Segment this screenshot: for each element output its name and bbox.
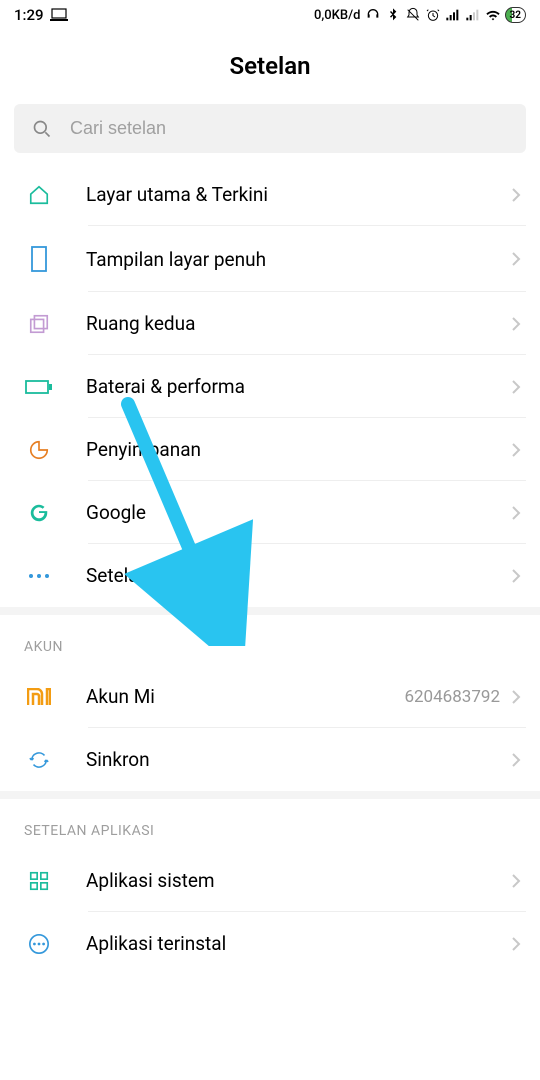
headphones-icon: [365, 7, 381, 23]
item-label: Setelan tambahan: [86, 564, 510, 587]
signal-icon-2: [465, 7, 481, 23]
item-battery[interactable]: Baterai & performa: [0, 355, 540, 418]
item-system-apps[interactable]: Aplikasi sistem: [0, 849, 540, 912]
item-label: Sinkron: [86, 748, 510, 771]
page-title: Setelan: [0, 52, 540, 80]
chevron-right-icon: [510, 688, 522, 706]
chevron-right-icon: [510, 378, 522, 396]
chevron-right-icon: [510, 872, 522, 890]
signal-icon: [445, 7, 461, 23]
item-storage[interactable]: Penyimpanan: [0, 418, 540, 481]
item-second-space[interactable]: Ruang kedua: [0, 292, 540, 355]
item-label: Tampilan layar penuh: [86, 248, 510, 271]
silent-icon: [405, 7, 421, 23]
item-value: 6204683792: [404, 687, 500, 707]
status-time: 1:29: [14, 6, 44, 24]
battery-icon: [25, 378, 53, 396]
more-circle-icon: [28, 933, 50, 955]
settings-list-akun: Akun Mi 6204683792 Sinkron: [0, 665, 540, 791]
home-icon: [28, 184, 50, 206]
item-label: Baterai & performa: [86, 375, 510, 398]
status-bar: 1:29 0,0KB/d 32: [0, 0, 540, 28]
item-label: Aplikasi sistem: [86, 869, 510, 892]
section-header-akun: AKUN: [0, 607, 540, 665]
search-input[interactable]: [70, 118, 508, 139]
item-label: Ruang kedua: [86, 312, 510, 335]
search-icon: [32, 119, 52, 139]
dots-icon: [28, 573, 50, 579]
chevron-right-icon: [510, 250, 522, 268]
item-label: Aplikasi terinstal: [86, 932, 510, 955]
chevron-right-icon: [510, 567, 522, 585]
item-label: Penyimpanan: [86, 438, 510, 461]
wifi-icon: [485, 7, 501, 23]
item-mi-account[interactable]: Akun Mi 6204683792: [0, 665, 540, 728]
chevron-right-icon: [510, 935, 522, 953]
google-icon: [28, 502, 50, 524]
battery-indicator: 32: [505, 7, 526, 23]
dual-icon: [28, 313, 50, 335]
section-header-app: SETELAN APLIKASI: [0, 791, 540, 849]
item-sync[interactable]: Sinkron: [0, 728, 540, 791]
item-installed-apps[interactable]: Aplikasi terinstal: [0, 912, 540, 975]
item-label: Akun Mi: [86, 685, 404, 708]
item-google[interactable]: Google: [0, 481, 540, 544]
chevron-right-icon: [510, 186, 522, 204]
chevron-right-icon: [510, 504, 522, 522]
grid-icon: [28, 870, 50, 892]
settings-list-app: Aplikasi sistem Aplikasi terinstal: [0, 849, 540, 975]
item-fullscreen[interactable]: Tampilan layar penuh: [0, 226, 540, 292]
rect-icon: [31, 246, 47, 272]
chevron-right-icon: [510, 441, 522, 459]
storage-icon: [28, 439, 50, 461]
sync-icon: [28, 749, 50, 771]
item-additional[interactable]: Setelan tambahan: [0, 544, 540, 607]
bluetooth-icon: [385, 7, 401, 23]
search-bar[interactable]: [14, 104, 526, 153]
item-label: Google: [86, 501, 510, 524]
data-rate: 0,0KB/d: [314, 8, 361, 23]
item-label: Layar utama & Terkini: [86, 183, 510, 206]
chevron-right-icon: [510, 751, 522, 769]
item-home-screen[interactable]: Layar utama & Terkini: [0, 163, 540, 226]
settings-list-main: Layar utama & Terkini Tampilan layar pen…: [0, 163, 540, 607]
laptop-icon: [50, 8, 68, 22]
alarm-icon: [425, 7, 441, 23]
chevron-right-icon: [510, 315, 522, 333]
mi-icon: [27, 688, 51, 706]
